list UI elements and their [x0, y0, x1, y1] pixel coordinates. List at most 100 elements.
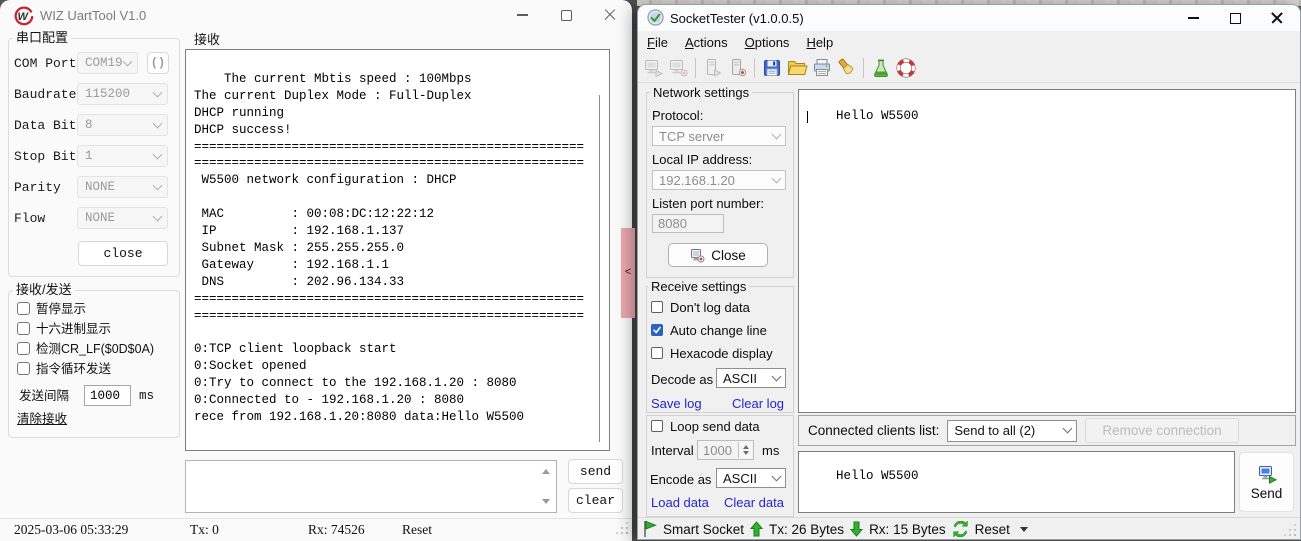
close-button[interactable]: [588, 0, 632, 30]
toolbar-test-button[interactable]: [868, 55, 893, 80]
toolbar-stop-button[interactable]: [725, 55, 750, 80]
toolbar-save-button[interactable]: [759, 55, 784, 80]
minimize-button[interactable]: [1172, 5, 1214, 31]
clients-select[interactable]: Send to all (2): [947, 420, 1077, 442]
menu-file[interactable]: File: [647, 35, 668, 50]
socket-send-button[interactable]: Send: [1239, 452, 1294, 512]
disconnect-icon: [668, 57, 690, 79]
receive-settings-title: Receive settings: [648, 280, 749, 293]
maximize-icon: [561, 10, 572, 21]
status-socket-name: Smart Socket: [663, 522, 744, 537]
protocol-label: Protocol:: [652, 108, 703, 123]
resize-grip[interactable]: [1284, 524, 1296, 536]
socket-send-input[interactable]: Hello W5500: [798, 451, 1235, 513]
encode-select[interactable]: ASCII: [716, 468, 786, 488]
loop-send-data-checkbox[interactable]: [651, 420, 663, 432]
com-port-select[interactable]: COM19: [77, 52, 138, 74]
scroll-up-icon[interactable]: [542, 469, 550, 474]
remove-connection-button[interactable]: Remove connection: [1085, 418, 1238, 443]
toolbar: [638, 53, 1300, 83]
spin-down-icon[interactable]: [743, 451, 749, 455]
auto-change-line-checkbox[interactable]: [651, 324, 663, 336]
stop-bit-select[interactable]: 1: [77, 145, 168, 167]
receive-scrollbar[interactable]: [599, 95, 600, 442]
loop-send-checkbox[interactable]: [17, 362, 30, 375]
serial-close-button[interactable]: close: [78, 241, 168, 266]
save-icon: [761, 57, 783, 79]
data-bit-label: Data Bit: [14, 118, 76, 133]
close-button[interactable]: [1256, 5, 1298, 31]
status-timestamp: 2025-03-06 05:33:29: [14, 522, 128, 538]
decode-select[interactable]: ASCII: [716, 368, 786, 388]
minimize-icon: [517, 14, 528, 15]
toolbar-listen-button[interactable]: [700, 55, 725, 80]
flow-value: NONE: [85, 211, 115, 225]
hex-display-checkbox[interactable]: [17, 322, 30, 335]
uart-send-input[interactable]: [185, 460, 557, 513]
clear-receive-link[interactable]: 清除接收: [17, 412, 67, 426]
uart-send-button[interactable]: send: [568, 459, 623, 484]
toolbar-print-button[interactable]: [809, 55, 834, 80]
listen-port-input[interactable]: 8080: [652, 214, 724, 233]
clear-log-link[interactable]: Clear log: [732, 396, 784, 411]
interval-spinner[interactable]: [738, 442, 752, 458]
data-bit-select[interactable]: 8: [77, 114, 168, 136]
dont-log-checkbox[interactable]: [651, 301, 663, 313]
parity-select[interactable]: NONE: [77, 176, 168, 198]
crlf-detect-label: 检测CR_LF($0D$0A): [36, 342, 154, 356]
flow-select[interactable]: NONE: [77, 207, 168, 229]
save-log-link[interactable]: Save log: [651, 396, 702, 411]
panel-collapse-handle[interactable]: <: [621, 228, 635, 318]
baudrate-select[interactable]: 115200: [77, 83, 168, 105]
send-interval-input[interactable]: 1000: [84, 385, 131, 406]
window-title: WIZ UartTool V1.0: [40, 8, 146, 23]
sockettester-app-icon: [647, 9, 664, 31]
encode-as-label: Encode as: [650, 472, 711, 487]
clear-data-link[interactable]: Clear data: [724, 495, 784, 510]
toolbar-open-button[interactable]: [784, 55, 809, 80]
crlf-detect-checkbox[interactable]: [17, 342, 30, 355]
maximize-button[interactable]: [544, 0, 588, 30]
socket-log-area[interactable]: Hello W5500: [798, 89, 1296, 413]
toolbar-connect-button[interactable]: [641, 55, 666, 80]
check-icon: [652, 325, 662, 335]
interval-input[interactable]: 1000: [697, 440, 754, 460]
hexacode-checkbox[interactable]: [651, 347, 663, 359]
spin-up-icon[interactable]: [743, 445, 749, 449]
protocol-select[interactable]: TCP server: [652, 126, 786, 146]
hex-display-label: 十六进制显示: [36, 322, 111, 336]
toolbar-clean-button[interactable]: [834, 55, 859, 80]
maximize-button[interactable]: [1214, 5, 1256, 31]
resize-grip[interactable]: [616, 522, 628, 534]
status-reset-button[interactable]: Reset: [975, 522, 1010, 537]
minimize-button[interactable]: [500, 0, 544, 30]
refresh-icon: (): [151, 56, 165, 70]
wiz-uarttool-window: W WIZ UartTool V1.0 串口配置 COM Port COM19 …: [0, 0, 632, 540]
parity-label: Parity: [14, 180, 61, 195]
reset-dropdown-icon[interactable]: [1020, 527, 1028, 532]
toolbar-separator: [863, 58, 864, 78]
maximize-icon: [1230, 13, 1241, 24]
data-bit-value: 8: [85, 118, 93, 132]
menu-actions[interactable]: Actions: [685, 35, 728, 50]
connect-icon: [643, 57, 665, 79]
toolbar-disconnect-button[interactable]: [666, 55, 691, 80]
scroll-down-icon[interactable]: [542, 499, 550, 504]
refresh-ports-button[interactable]: (): [147, 52, 169, 74]
pause-display-checkbox[interactable]: [17, 302, 30, 315]
menu-help[interactable]: Help: [806, 35, 833, 50]
server-close-button[interactable]: Close: [668, 243, 768, 267]
local-ip-label: Local IP address:: [652, 152, 752, 167]
toolbar-about-button[interactable]: [893, 55, 918, 80]
local-ip-select[interactable]: 192.168.1.20: [652, 170, 786, 190]
interval-value: 1000: [703, 443, 732, 458]
text-caret: [807, 111, 808, 123]
local-ip-value: 192.168.1.20: [659, 173, 735, 188]
load-data-link[interactable]: Load data: [651, 495, 709, 510]
protocol-value: TCP server: [659, 129, 725, 144]
receive-log-area[interactable]: The current Mbtis speed : 100Mbps The cu…: [185, 49, 610, 451]
menu-options[interactable]: Options: [745, 35, 790, 50]
uart-clear-button[interactable]: clear: [568, 488, 623, 513]
decode-value: ASCII: [723, 371, 757, 386]
status-reset-button[interactable]: Reset: [402, 522, 432, 538]
